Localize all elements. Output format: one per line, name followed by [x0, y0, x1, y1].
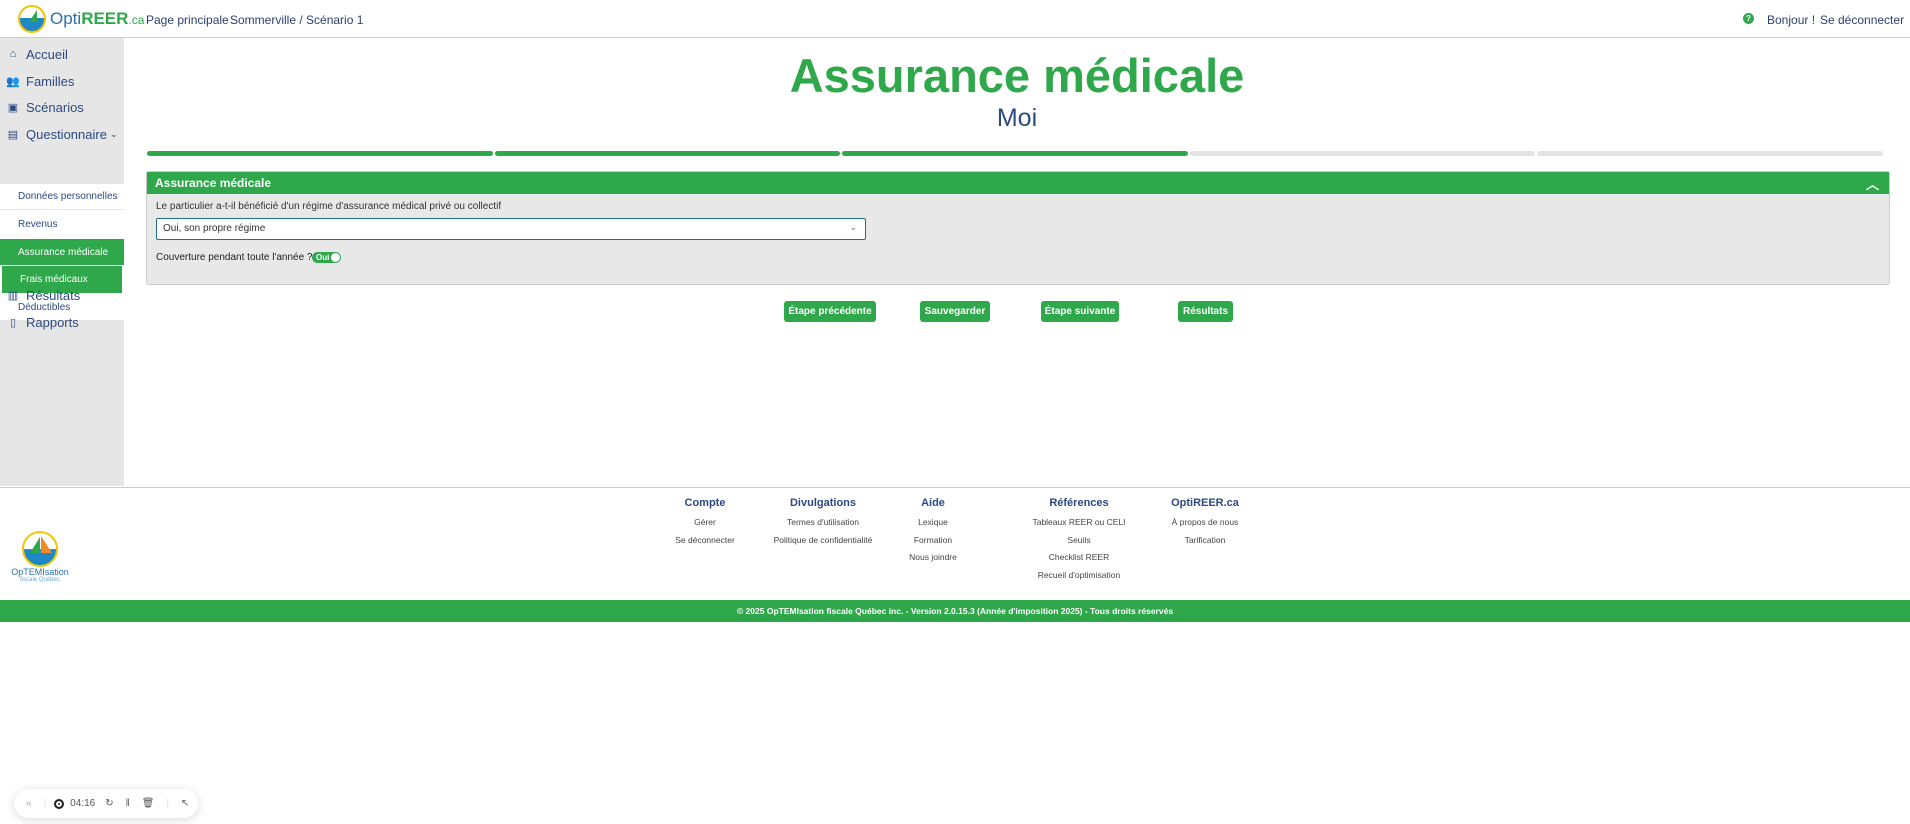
sidebar-item-scenarios[interactable]: ▣ Scénarios	[0, 96, 124, 118]
footer-column-title: Compte	[684, 497, 726, 509]
report-icon: ▯	[9, 316, 17, 329]
sidebar-item-familles[interactable]: 👥 Familles	[0, 70, 124, 92]
greeting: Bonjour !	[1767, 13, 1816, 27]
footer-link[interactable]: Tarification	[1171, 532, 1239, 550]
progress-step	[1189, 151, 1536, 156]
footer-link[interactable]: Recueil d'optimisation	[1032, 567, 1125, 585]
progress-step	[494, 151, 841, 156]
sidebar: ⌂ Accueil 👥 Familles ▣ Scénarios ▤ Questionn…	[0, 38, 124, 486]
progress-step	[1537, 151, 1883, 156]
footer-link[interactable]: Se déconnecter	[675, 532, 735, 550]
footer-divider	[0, 487, 1910, 488]
sidebar-sub-assurance[interactable]: Assurance médicale	[0, 239, 124, 265]
recorder-widget: « | 04:16 ↻ ‖ 🗑 | ↖	[14, 789, 198, 818]
cursor-icon[interactable]: ↖	[181, 798, 189, 809]
progress-step	[147, 151, 493, 156]
footer-link[interactable]: Tableaux REER ou CELI	[1032, 514, 1125, 532]
footer-link[interactable]: Termes d'utilisation	[774, 514, 873, 532]
panel-header[interactable]: Assurance médicale ︿	[147, 172, 1889, 194]
question-label: Le particulier a-t-il bénéficié d'un rég…	[156, 201, 502, 212]
sidebar-sub-donnees[interactable]: Données personnelles	[0, 184, 124, 210]
footer-link[interactable]: Seuils	[1032, 532, 1125, 550]
chart-icon: ▣	[7, 101, 19, 114]
chevron-up-icon[interactable]: ︿	[1866, 174, 1879, 193]
sidebar-item-accueil[interactable]: ⌂ Accueil	[0, 43, 124, 65]
home-icon: ⌂	[9, 48, 17, 60]
bar-chart-icon: ▥	[7, 289, 19, 302]
footer-link[interactable]: Politique de confidentialité	[774, 532, 873, 550]
page-subtitle: Moi	[996, 104, 1038, 132]
footer-column: Compte Gérer Se déconnecter	[675, 497, 735, 549]
nav-home[interactable]: Page principale	[146, 13, 229, 27]
record-icon[interactable]	[54, 798, 65, 809]
footer-column: OptiREER.ca À propos de nous Tarification	[1171, 497, 1239, 549]
footer-link[interactable]: Formation	[909, 532, 957, 550]
previous-step-button[interactable]: Étape précédente	[784, 301, 876, 322]
restart-icon[interactable]: ↻	[105, 798, 113, 809]
pause-icon[interactable]: ‖	[126, 798, 130, 809]
nav-scenario[interactable]: Sommerville / Scénario 1	[230, 13, 363, 27]
recording-time: 04:16	[70, 798, 96, 809]
footer-column: Divulgations Termes d'utilisation Politiqu…	[774, 497, 873, 549]
help-icon[interactable]: ?	[1743, 13, 1754, 24]
footer-column-title: OptiREER.ca	[1171, 497, 1239, 509]
collapse-icon[interactable]: «	[26, 798, 32, 809]
sidebar-item-rapports[interactable]: ▯ Rapports	[0, 311, 124, 333]
footer-column: Aide Lexique Formation Nous joindre	[909, 497, 957, 567]
footer-link[interactable]: Checklist REER	[1032, 549, 1125, 567]
coverage-toggle[interactable]: Oui	[312, 252, 341, 263]
page-title: Assurance médicale	[789, 49, 1245, 102]
trash-icon[interactable]: 🗑	[142, 798, 155, 809]
top-header: OptiREER.ca Page principale Sommerville …	[0, 0, 1910, 38]
brand-logo[interactable]: OptiREER.ca	[18, 5, 144, 33]
chevron-down-icon: ⌄	[849, 222, 857, 232]
footer-column-title: Divulgations	[789, 497, 857, 509]
next-step-button[interactable]: Étape suivante	[1041, 301, 1119, 322]
results-button[interactable]: Résultats	[1178, 301, 1233, 322]
footer-column: Références Tableaux REER ou CELI Seuils Che…	[1032, 497, 1125, 584]
insurance-panel: Assurance médicale ︿ Le particulier a-t-i…	[146, 171, 1890, 285]
sidebar-sub-revenus[interactable]: Revenus	[0, 211, 124, 237]
footer-column-title: Références	[1049, 497, 1109, 509]
insurance-select[interactable]: Oui, son propre régime ⌄	[156, 218, 866, 240]
sailboat-logo-icon	[22, 531, 58, 567]
people-icon: 👥	[6, 75, 20, 88]
sidebar-item-questionnaire[interactable]: ▤ Questionnaire ⌄	[0, 123, 124, 145]
footer-link[interactable]: Lexique	[909, 514, 957, 532]
footer-link[interactable]: Gérer	[675, 514, 735, 532]
footer-column-title: Aide	[921, 497, 945, 509]
sidebar-item-resultats[interactable]: ▥ Résultats	[0, 284, 124, 306]
logout-link[interactable]: Se déconnecter	[1820, 13, 1904, 27]
copyright-bar: © 2025 OpTEMIsation fiscale Québec inc. …	[0, 600, 1910, 622]
chevron-down-icon: ⌄	[109, 128, 118, 139]
footer-link[interactable]: À propos de nous	[1171, 514, 1239, 532]
coverage-label: Couverture pendant toute l'année ?	[156, 252, 313, 263]
save-button[interactable]: Sauvegarder	[920, 301, 990, 322]
progress-step	[842, 151, 1188, 156]
footer-logo: OpTEMIsation fiscale Québec	[10, 531, 70, 583]
logo-icon	[18, 5, 46, 33]
footer-link[interactable]: Nous joindre	[909, 549, 957, 567]
document-icon: ▤	[7, 128, 19, 141]
